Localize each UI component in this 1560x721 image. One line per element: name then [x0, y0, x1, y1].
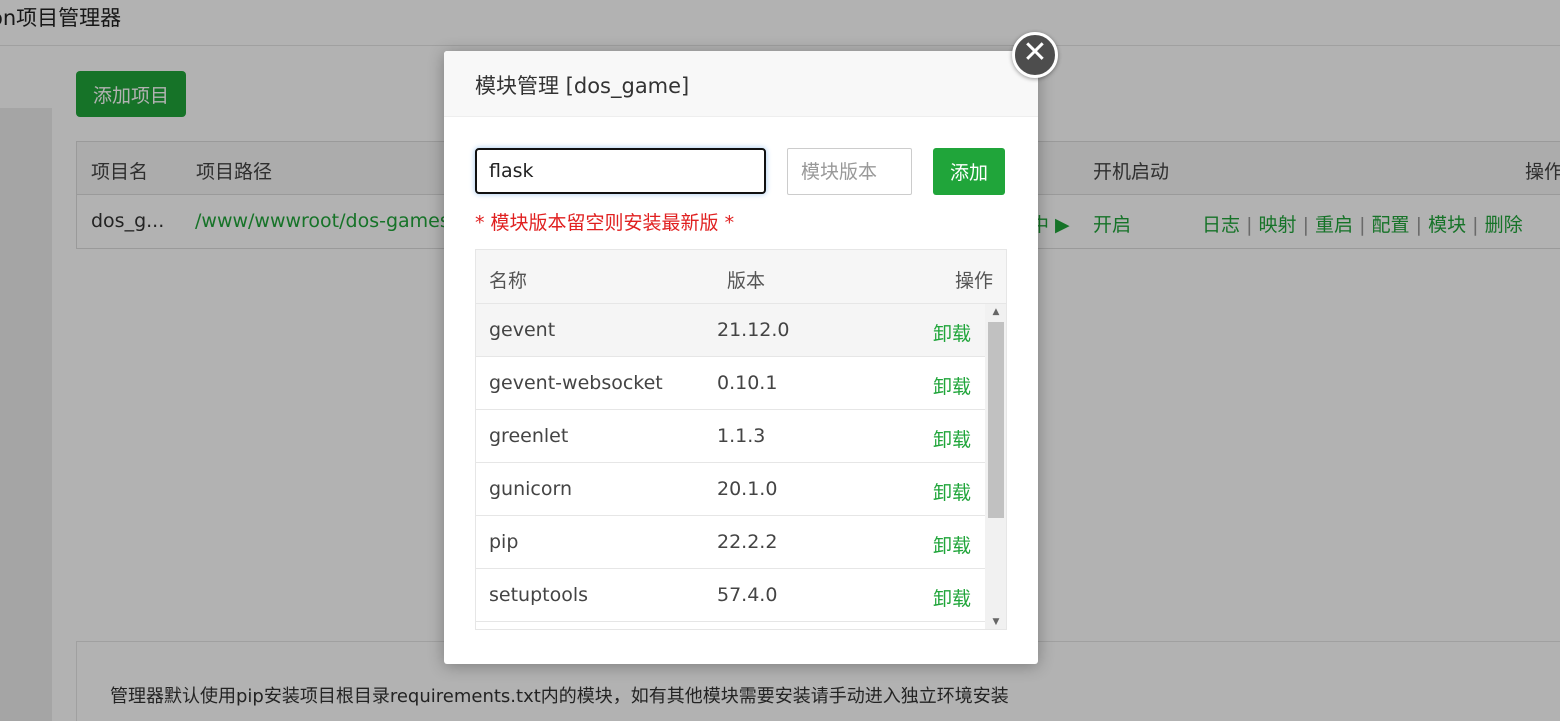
uninstall-link[interactable]: 卸载 — [933, 425, 971, 452]
add-module-button[interactable]: 添加 — [933, 148, 1005, 195]
table-row: greenlet 1.1.3 卸载 — [476, 410, 985, 463]
scroll-up-icon[interactable]: ▲ — [985, 304, 1006, 320]
module-table-body: gevent 21.12.0 卸载 gevent-websocket 0.10.… — [476, 304, 985, 629]
col-header-module-action: 操作 — [955, 270, 994, 292]
module-version: 21.12.0 — [717, 319, 790, 341]
uninstall-link[interactable]: 卸载 — [933, 478, 971, 505]
module-name: setuptools — [489, 584, 589, 606]
uninstall-link[interactable]: 卸载 — [933, 372, 971, 399]
table-row: gevent-websocket 0.10.1 卸载 — [476, 357, 985, 410]
module-table-header: 名称 版本 操作 — [476, 250, 1006, 304]
table-row: gevent 21.12.0 卸载 — [476, 304, 985, 357]
col-header-module-version: 版本 — [727, 270, 766, 292]
uninstall-link[interactable]: 卸载 — [933, 319, 971, 346]
module-name: gunicorn — [489, 478, 573, 500]
uninstall-link[interactable]: 卸载 — [933, 531, 971, 558]
module-version: 1.1.3 — [717, 425, 766, 447]
module-name-input[interactable] — [475, 148, 766, 194]
close-icon[interactable]: ✕ — [1012, 32, 1058, 78]
module-table-scrollbar[interactable]: ▲ ▼ — [985, 304, 1006, 629]
scroll-down-icon[interactable]: ▼ — [985, 614, 1006, 629]
table-row: setuptools 57.4.0 卸载 — [476, 569, 985, 622]
module-version: 20.1.0 — [717, 478, 778, 500]
module-version: 0.10.1 — [717, 372, 778, 394]
table-row: gunicorn 20.1.0 卸载 — [476, 463, 985, 516]
module-name: gevent — [489, 319, 556, 341]
dialog-header: 模块管理 [dos_game] — [444, 51, 1038, 117]
col-header-module-name: 名称 — [489, 270, 528, 292]
module-version: 57.4.0 — [717, 584, 778, 606]
module-version-input[interactable] — [787, 148, 912, 195]
module-version: 22.2.2 — [717, 531, 778, 553]
module-name: gevent-websocket — [489, 372, 663, 394]
dialog-title: 模块管理 [dos_game] — [475, 74, 690, 98]
table-row: pip 22.2.2 卸载 — [476, 516, 985, 569]
module-manager-dialog: 模块管理 [dos_game] 添加 * 模块版本留空则安装最新版 * 名称 版… — [444, 51, 1038, 664]
uninstall-link[interactable]: 卸载 — [933, 584, 971, 611]
scrollbar-thumb[interactable] — [988, 322, 1004, 518]
module-name: pip — [489, 531, 519, 553]
version-hint: * 模块版本留空则安装最新版 * — [475, 212, 735, 234]
module-table: 名称 版本 操作 gevent 21.12.0 卸载 gevent-websoc… — [475, 249, 1007, 630]
module-name: greenlet — [489, 425, 569, 447]
